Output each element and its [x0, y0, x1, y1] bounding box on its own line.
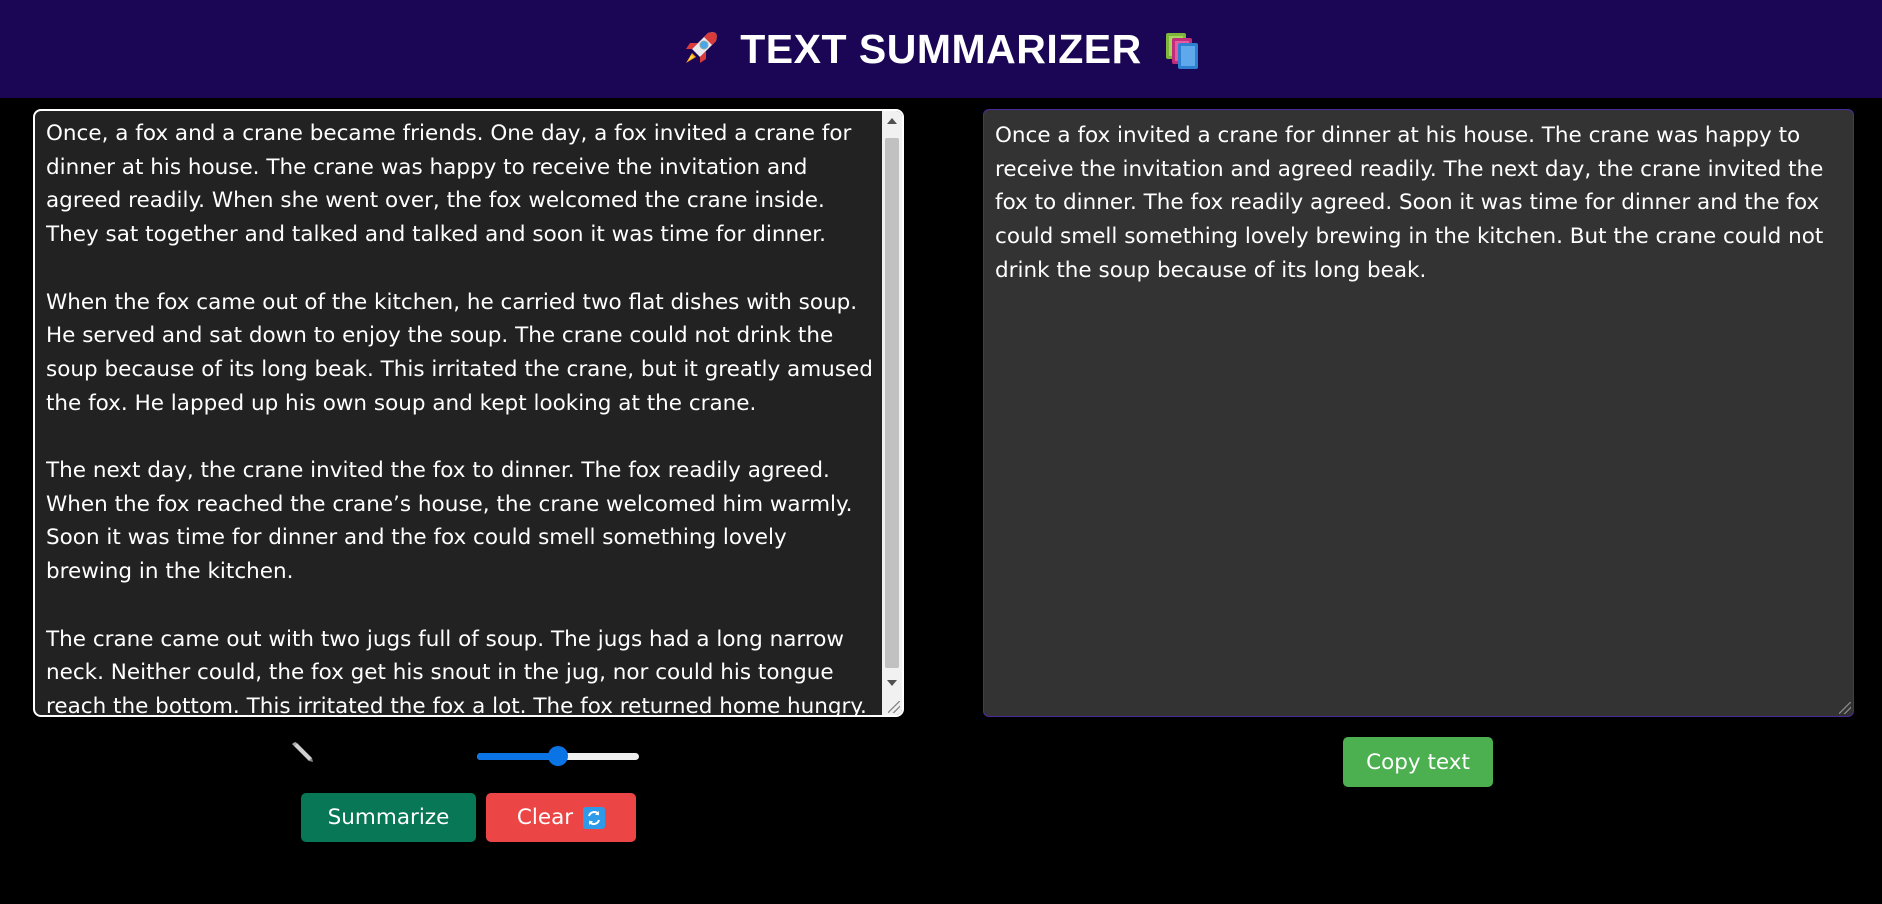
- copy-button-label: Copy text: [1366, 749, 1470, 775]
- slider-handle[interactable]: [548, 746, 568, 766]
- copy-text-button[interactable]: Copy text: [1343, 737, 1493, 787]
- clear-button-label: Clear: [516, 805, 574, 830]
- pencil-icon: [290, 740, 316, 766]
- scrollbar-thumb[interactable]: [885, 138, 899, 668]
- scroll-down-arrow-icon[interactable]: [887, 680, 897, 686]
- resize-grip-icon[interactable]: [888, 701, 900, 713]
- input-scrollbar[interactable]: [882, 111, 902, 715]
- page-title: TEXT SUMMARIZER: [678, 26, 1204, 73]
- scroll-up-arrow-icon[interactable]: [887, 118, 897, 124]
- input-text[interactable]: Once, a fox and a crane became friends. …: [46, 117, 878, 715]
- summary-text[interactable]: Once a fox invited a crane for dinner at…: [995, 119, 1843, 288]
- rocket-icon: [678, 27, 722, 71]
- app-header: TEXT SUMMARIZER: [0, 0, 1882, 98]
- summary-output-textarea[interactable]: Once a fox invited a crane for dinner at…: [983, 109, 1854, 717]
- summary-length-slider[interactable]: [477, 746, 639, 766]
- slider-fill: [477, 753, 558, 760]
- summarize-button[interactable]: Summarize: [301, 793, 476, 842]
- input-textarea[interactable]: Once, a fox and a crane became friends. …: [33, 109, 904, 717]
- clear-button[interactable]: Clear: [486, 793, 636, 842]
- resize-grip-icon[interactable]: [1839, 702, 1851, 714]
- books-icon: [1160, 27, 1204, 71]
- refresh-icon: [583, 806, 606, 829]
- title-text: TEXT SUMMARIZER: [740, 25, 1142, 72]
- summarize-button-label: Summarize: [327, 805, 450, 830]
